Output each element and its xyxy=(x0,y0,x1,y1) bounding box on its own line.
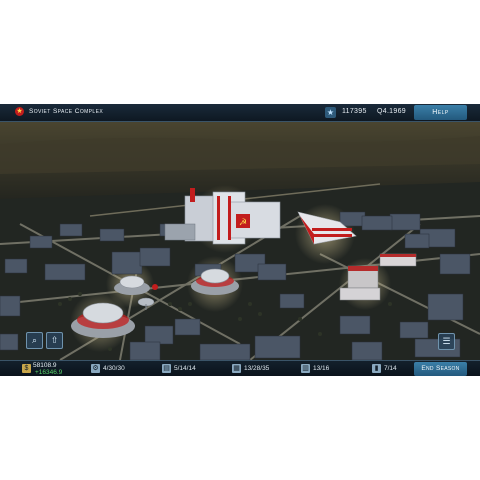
star-icon[interactable]: ★ xyxy=(325,107,336,118)
date-value: Q4.1969 xyxy=(377,108,406,115)
document-icon: ▤ xyxy=(162,364,171,373)
city-scene[interactable]: ☭ xyxy=(0,104,480,376)
resource-housing-value: 13/16 xyxy=(313,365,330,372)
score-value: 117395 xyxy=(342,108,367,115)
resource-rocket[interactable]: ▮ 7/14 xyxy=(372,364,397,373)
coin-icon: $ xyxy=(22,364,31,373)
resource-rocket-value: 7/14 xyxy=(384,365,397,372)
game-viewport[interactable]: ☭ ★ Soviet Space Complex ★ 117395 Q4.196… xyxy=(0,104,480,376)
bottom-hud-bar: $ 58108.9 +16346.9 ⚙ 4/30/30 ▤ 5/14/14 ▦… xyxy=(0,360,480,376)
top-hud-bar: ★ Soviet Space Complex ★ 117395 Q4.1969 … xyxy=(0,104,480,122)
resource-housing[interactable]: ▥ 13/16 xyxy=(301,364,329,373)
gear-icon: ⚙ xyxy=(91,364,100,373)
end-season-button[interactable]: End Season xyxy=(414,362,467,376)
zoom-search-icon[interactable]: ⌕ xyxy=(26,332,43,349)
help-button[interactable]: Help xyxy=(414,105,467,120)
rocket-icon: ▮ xyxy=(372,364,381,373)
resource-factory-value: 13/28/35 xyxy=(244,365,270,372)
rocket-launch-icon[interactable]: ⇧ xyxy=(46,332,63,349)
svg-text:☭: ☭ xyxy=(239,218,247,228)
resource-document-value: 5/14/14 xyxy=(174,365,196,372)
resource-gear-value: 4/30/30 xyxy=(103,365,125,372)
soviet-star-icon: ★ xyxy=(15,107,24,116)
resource-document[interactable]: ▤ 5/14/14 xyxy=(162,364,196,373)
resource-factory[interactable]: ▦ 13/28/35 xyxy=(232,364,269,373)
factory-icon: ▦ xyxy=(232,364,241,373)
complex-title: Soviet Space Complex xyxy=(29,108,104,115)
list-menu-icon[interactable]: ☰ xyxy=(438,333,455,350)
housing-icon: ▥ xyxy=(301,364,310,373)
money-value: 58108.9 xyxy=(33,362,57,369)
income-value: +16346.9 xyxy=(35,369,63,376)
resource-gear[interactable]: ⚙ 4/30/30 xyxy=(91,364,125,373)
title-group: ★ Soviet Space Complex xyxy=(15,107,103,116)
